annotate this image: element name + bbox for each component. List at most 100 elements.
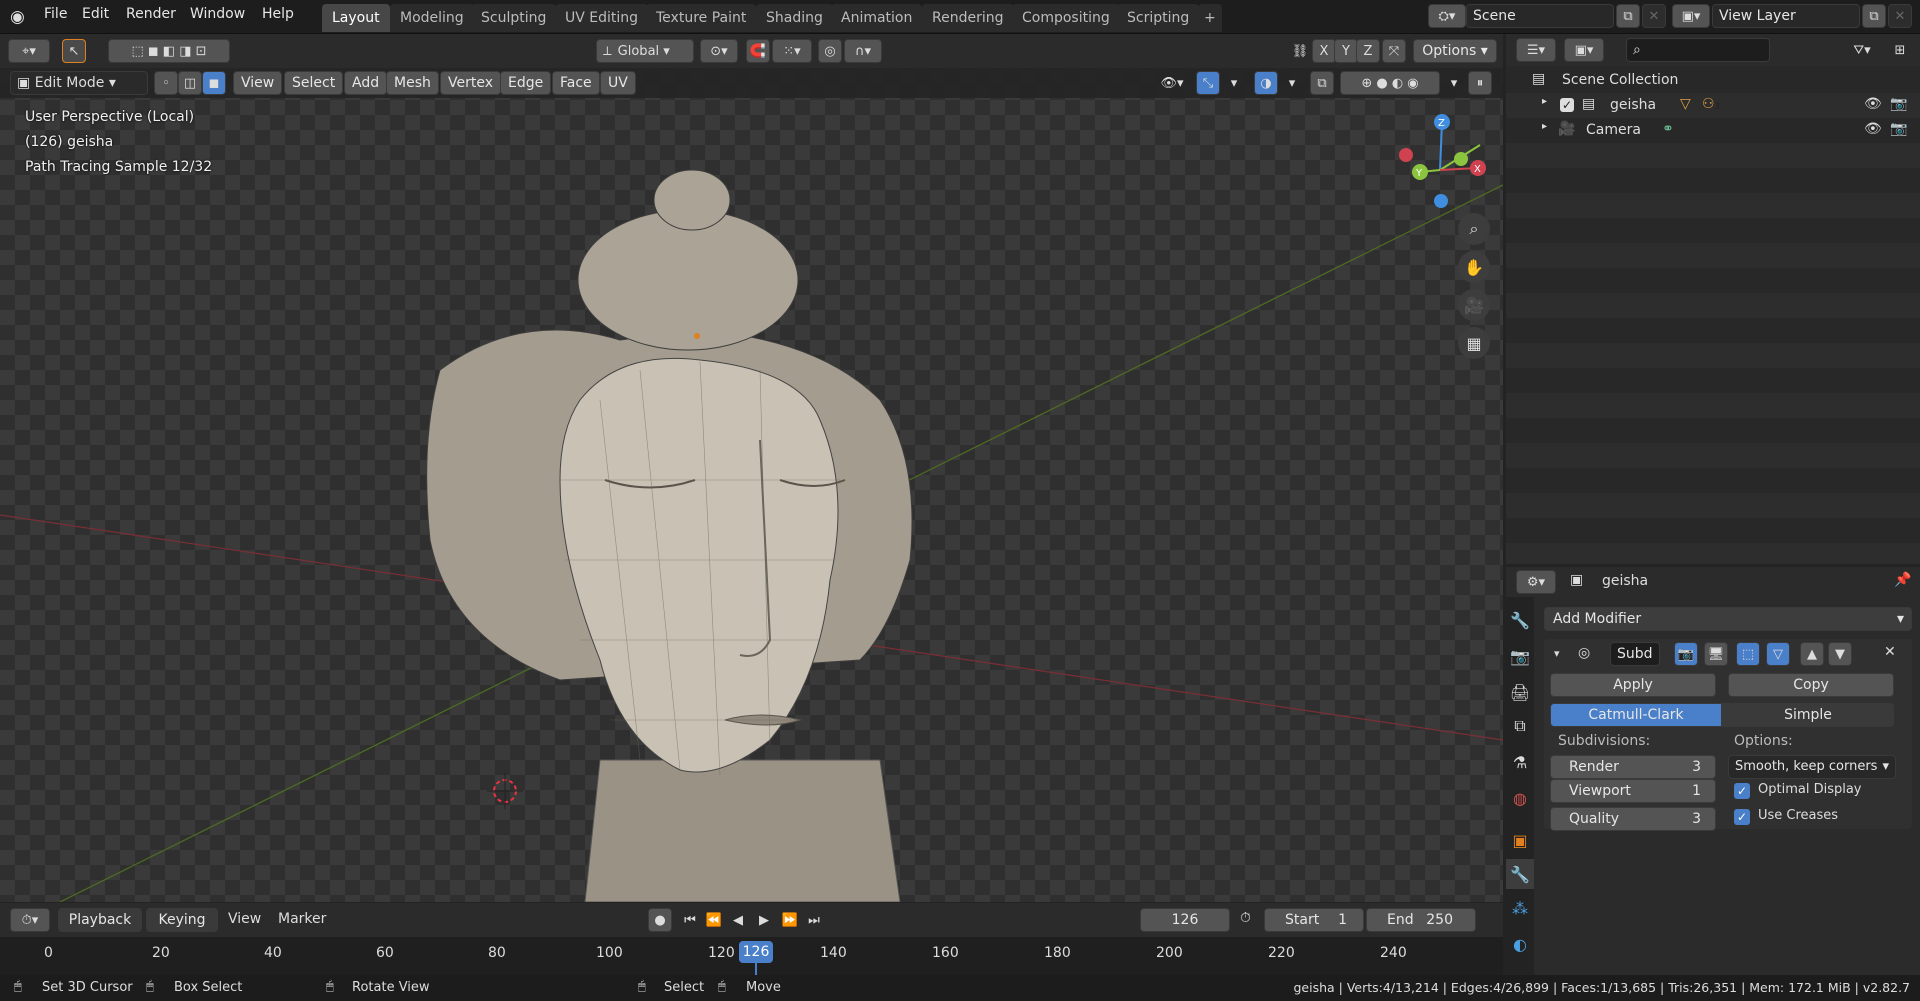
menu-face[interactable]: Face xyxy=(552,71,600,95)
expand-icon[interactable]: ▸ xyxy=(1542,96,1547,107)
output-tab-icon[interactable]: 🖨 xyxy=(1506,677,1534,707)
zoom-icon[interactable]: ⌕ xyxy=(1458,213,1490,245)
apply-button[interactable]: Apply xyxy=(1550,673,1716,697)
timeline-view-menu[interactable]: View xyxy=(228,911,261,927)
edge-select-icon[interactable]: ◫ xyxy=(178,71,202,95)
use-creases-checkbox[interactable]: ✓ xyxy=(1734,809,1750,825)
menu-vertex[interactable]: Vertex xyxy=(440,71,502,95)
auto-merge-icon[interactable]: ⤧ xyxy=(1382,39,1406,63)
edit-mode-icon[interactable]: ⬚ xyxy=(1736,642,1760,666)
timeline-ruler[interactable]: 0 20 40 60 80 100 120 140 160 180 200 22… xyxy=(0,937,1503,975)
tab-scripting[interactable]: Scripting xyxy=(1117,4,1200,32)
view-layer-browse-icon[interactable]: ▣▾ xyxy=(1672,4,1710,28)
mode-selector[interactable]: ▣ Edit Mode ▾ xyxy=(10,71,148,95)
tab-animation[interactable]: Animation xyxy=(831,4,923,32)
simple-button[interactable]: Simple xyxy=(1722,703,1894,727)
remove-modifier-icon[interactable]: ✕ xyxy=(1884,644,1896,660)
play-icon[interactable]: ▶ xyxy=(752,908,776,932)
view-layer-tab-icon[interactable]: ⧉ xyxy=(1506,711,1534,741)
overlays-icon[interactable]: ◑ xyxy=(1254,71,1278,95)
vertex-select-icon[interactable]: ◦ xyxy=(154,71,178,95)
render-camera-icon[interactable]: 📷 xyxy=(1890,121,1907,137)
transform-orientation[interactable]: ⟂ Global ▾ xyxy=(596,39,694,63)
ortho-grid-icon[interactable]: ▦ xyxy=(1458,327,1490,359)
3d-viewport[interactable]: User Perspective (Local) (126) geisha Pa… xyxy=(0,40,1503,902)
editor-type-icon[interactable]: ⌖▾ xyxy=(8,39,50,63)
menu-add[interactable]: Add xyxy=(344,71,388,95)
new-scene-icon[interactable]: ⧉ xyxy=(1616,4,1640,28)
end-frame-field[interactable]: End 250 xyxy=(1366,908,1476,932)
particles-tab-icon[interactable]: ⁂ xyxy=(1506,893,1534,923)
camera-view-icon[interactable]: 🎥 xyxy=(1458,289,1490,321)
record-icon[interactable]: ● xyxy=(648,908,672,932)
timer-icon[interactable]: ⏱ xyxy=(1240,910,1251,926)
pin-icon[interactable]: 📌 xyxy=(1894,572,1911,588)
mirror-z-button[interactable]: Z xyxy=(1356,39,1380,63)
move-down-icon[interactable]: ▼ xyxy=(1828,642,1852,666)
modifier-tab-icon[interactable]: 🔧 xyxy=(1506,859,1534,889)
new-collection-icon[interactable]: ⊞ xyxy=(1888,38,1912,62)
quality-field[interactable]: Quality 3 xyxy=(1550,807,1716,831)
copy-button[interactable]: Copy xyxy=(1728,673,1894,697)
include-checkbox[interactable]: ✓ xyxy=(1560,98,1574,112)
catmull-clark-button[interactable]: Catmull-Clark xyxy=(1550,703,1722,727)
world-tab-icon[interactable]: ◍ xyxy=(1506,783,1534,813)
collapse-icon[interactable]: ▾ xyxy=(1554,647,1560,660)
current-frame-field[interactable]: 126 xyxy=(1140,908,1230,932)
prev-keyframe-icon[interactable]: ⏪ xyxy=(702,908,726,932)
shading-mode-icons[interactable]: ⊕ ● ◐ ◉ xyxy=(1340,71,1440,95)
scene-tab-icon[interactable]: ⚗ xyxy=(1506,747,1534,777)
move-up-icon[interactable]: ▲ xyxy=(1800,642,1824,666)
eye-icon[interactable]: 👁 xyxy=(1864,96,1882,112)
tab-compositing[interactable]: Compositing xyxy=(1012,4,1120,32)
playhead-frame[interactable]: 126 xyxy=(739,941,773,963)
render-camera-icon[interactable]: 📷 xyxy=(1890,96,1907,112)
proportional-edit-icon[interactable]: ◎ xyxy=(818,39,842,63)
show-render-icon[interactable]: 📷 xyxy=(1674,642,1698,666)
mirror-x-button[interactable]: X xyxy=(1312,39,1336,63)
viewport-levels-field[interactable]: Viewport 1 xyxy=(1550,779,1716,803)
mirror-icon[interactable]: ⛓ xyxy=(1288,39,1312,63)
menu-render[interactable]: Render xyxy=(126,6,176,22)
gizmo-dropdown-icon[interactable]: ▾ xyxy=(1222,71,1246,95)
view-layer-field[interactable]: View Layer xyxy=(1712,4,1860,28)
jump-end-icon[interactable]: ⏭ xyxy=(802,908,826,932)
menu-help[interactable]: Help xyxy=(262,6,294,22)
new-view-layer-icon[interactable]: ⧉ xyxy=(1862,4,1886,28)
remove-scene-icon[interactable]: ✕ xyxy=(1642,4,1666,28)
tab-sculpting[interactable]: Sculpting xyxy=(471,4,557,32)
playback-menu[interactable]: Playback ▾ xyxy=(58,908,142,950)
jump-start-icon[interactable]: ⏮ xyxy=(678,908,702,932)
tweak-tool-icon[interactable]: ↖ xyxy=(62,39,86,63)
timeline-editor-icon[interactable]: ⏱▾ xyxy=(10,908,50,932)
xray-icon[interactable]: ⧉ xyxy=(1310,71,1334,95)
uv-smooth-dropdown[interactable]: Smooth, keep corners ▾ xyxy=(1728,755,1896,779)
expand-icon[interactable]: ▸ xyxy=(1542,121,1547,132)
tab-rendering[interactable]: Rendering xyxy=(922,4,1014,32)
pivot-point-icon[interactable]: ⊙▾ xyxy=(700,39,738,63)
menu-edit[interactable]: Edit xyxy=(82,6,109,22)
menu-window[interactable]: Window xyxy=(190,6,245,22)
list-item[interactable]: ▤ Scene Collection xyxy=(1506,68,1920,93)
list-item[interactable]: ▸ ✓ ▤ geisha ▽ ⚇ 3 👁 📷 xyxy=(1506,93,1920,118)
menu-uv[interactable]: UV xyxy=(600,71,636,95)
render-levels-field[interactable]: Render 3 xyxy=(1550,755,1716,779)
optimal-display-checkbox[interactable]: ✓ xyxy=(1734,783,1750,799)
menu-select[interactable]: Select xyxy=(284,71,344,95)
gizmo-toggle-icon[interactable]: ⤡ xyxy=(1196,71,1220,95)
eye-icon[interactable]: 👁 xyxy=(1864,121,1882,137)
outliner-search-input[interactable]: ⌕ xyxy=(1626,38,1770,62)
physics-tab-icon[interactable]: ◐ xyxy=(1506,929,1534,959)
scene-browse-icon[interactable]: ⛭▾ xyxy=(1428,4,1466,28)
menu-file[interactable]: File xyxy=(44,6,67,22)
shading-dropdown-icon[interactable]: ▾ xyxy=(1442,71,1466,95)
on-cage-icon[interactable]: ▽ xyxy=(1766,642,1790,666)
blender-logo-icon[interactable]: ◉ xyxy=(10,7,32,27)
pause-render-icon[interactable]: ⏸ xyxy=(1468,71,1492,95)
scene-field[interactable]: Scene xyxy=(1466,4,1614,28)
snap-target-icon[interactable]: ⁙▾ xyxy=(772,39,812,63)
mirror-y-button[interactable]: Y xyxy=(1334,39,1358,63)
tab-layout[interactable]: Layout xyxy=(322,4,390,32)
keying-menu[interactable]: Keying ▾ xyxy=(146,908,218,950)
visibility-icon[interactable]: 👁▾ xyxy=(1154,71,1190,95)
